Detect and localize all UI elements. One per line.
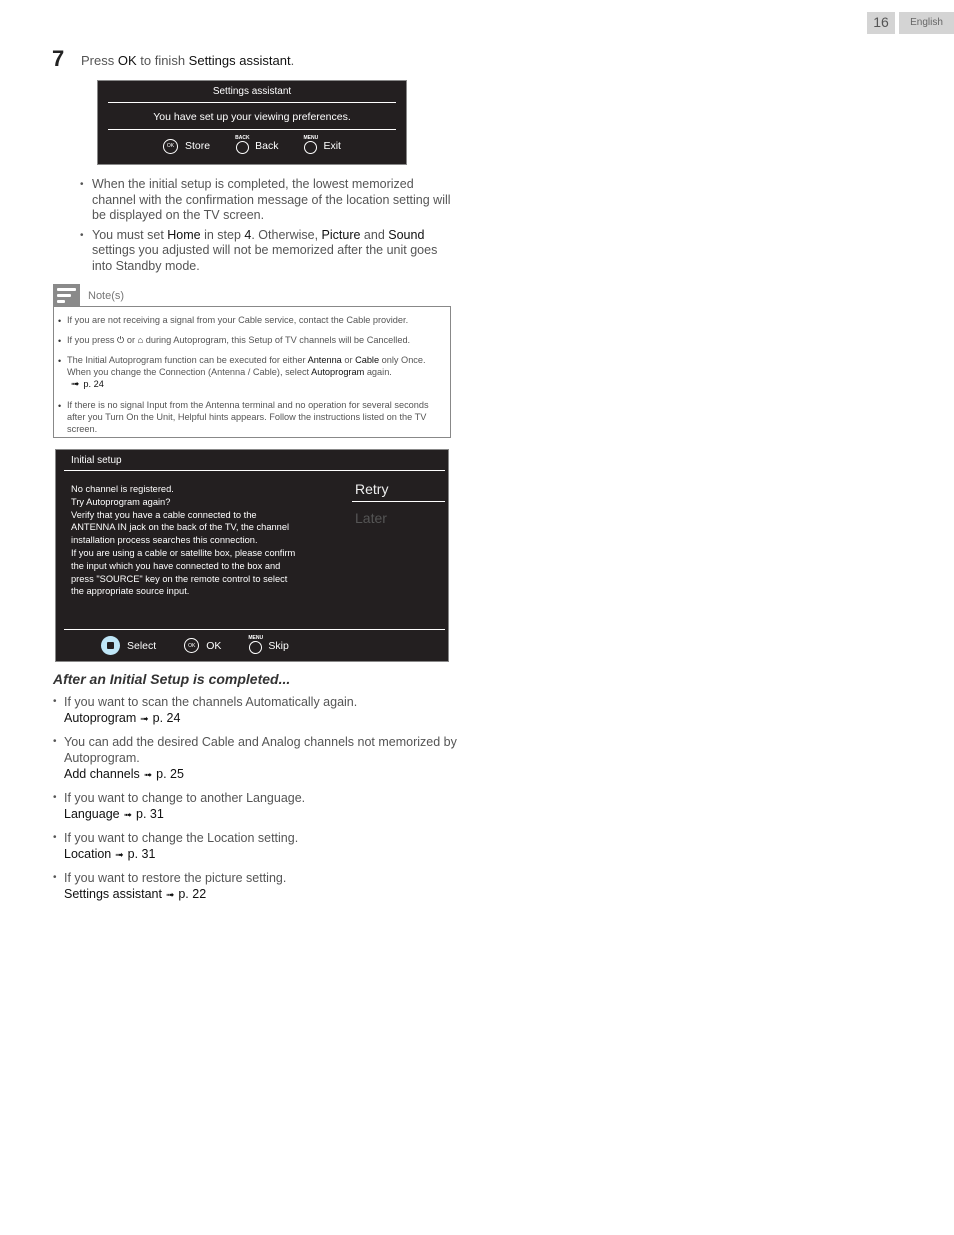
arrow-icon: ➟ [71, 379, 80, 390]
link[interactable]: Autoprogram [64, 711, 136, 725]
note-item: If there is no signal Input from the Ant… [58, 399, 446, 435]
page-number: 16 [867, 12, 895, 34]
step-number: 7 [52, 46, 65, 71]
exit-control[interactable]: MENU Exit [303, 135, 341, 154]
control-label: Back [255, 140, 279, 152]
dialog-controls: OK Store BACK Back MENU Exit [98, 135, 406, 154]
settings-assistant-dialog: Settings assistant You have set up your … [97, 80, 407, 165]
arrow-icon: ➟ [143, 770, 153, 781]
body-line: press "SOURCE" key on the remote control… [71, 573, 288, 584]
after-setup-list: If you want to scan the channels Automat… [53, 694, 458, 910]
page-reference[interactable]: p. 31 [128, 847, 156, 861]
list-item: If you want to scan the channels Automat… [53, 694, 458, 728]
ok-button-icon: OK [163, 138, 179, 154]
divider [108, 129, 396, 130]
list-item: If you want to restore the picture setti… [53, 870, 458, 904]
text: . [290, 53, 295, 68]
step-instruction: Press OK to finish Settings assistant. [81, 53, 294, 68]
initial-setup-dialog: Initial setup No channel is registered. … [55, 449, 449, 662]
ok-button-icon: OK [184, 638, 200, 653]
dialog-controls: Select OK OK MENU Skip [101, 634, 317, 655]
list-item: You can add the desired Cable and Analog… [53, 734, 458, 784]
list-item: You must set Home in step 4. Otherwise, … [80, 228, 455, 275]
retry-option[interactable]: Retry [355, 481, 388, 497]
body-line: If you are using a cable or satellite bo… [71, 547, 296, 558]
page-reference[interactable]: p. 24 [153, 711, 181, 725]
divider [108, 102, 396, 103]
key-label: MENU [248, 634, 264, 641]
note-item: The Initial Autoprogram function can be … [58, 354, 446, 391]
settings-assistant-label: Settings assistant [188, 53, 291, 68]
text: to finish [136, 53, 189, 68]
body-line: Try Autoprogram again? [71, 496, 171, 507]
ok-key-label: OK [117, 53, 137, 68]
control-label: Store [185, 140, 211, 152]
link[interactable]: Language [64, 807, 120, 821]
list-item: If you want to change to another Languag… [53, 790, 458, 824]
back-control[interactable]: BACK Back [235, 135, 279, 154]
link[interactable]: Location [64, 847, 111, 861]
divider [64, 629, 445, 630]
navigation-pad-icon [101, 636, 120, 655]
dialog-title: Initial setup [71, 455, 122, 466]
section-heading: After an Initial Setup is completed... [53, 671, 291, 687]
text: Press [81, 53, 118, 68]
control-label: Exit [323, 140, 341, 152]
later-option[interactable]: Later [355, 510, 387, 526]
back-button-icon: BACK [235, 135, 250, 154]
arrow-icon: ➟ [123, 810, 133, 821]
link[interactable]: Add channels [64, 767, 140, 781]
select-control[interactable]: Select [101, 636, 156, 655]
link[interactable]: Settings assistant [64, 887, 162, 901]
dialog-title: Settings assistant [212, 86, 292, 97]
body-line: Verify that you have a cable connected t… [71, 509, 257, 520]
page-reference[interactable]: p. 22 [178, 887, 206, 901]
dialog-message: You have set up your viewing preferences… [153, 111, 351, 123]
control-label: Skip [268, 639, 289, 652]
step-bullets: When the initial setup is completed, the… [80, 177, 455, 278]
store-control[interactable]: OK Store [163, 138, 211, 154]
arrow-icon: ➟ [140, 714, 149, 725]
body-line: installation process searches this conne… [71, 535, 258, 546]
body-line: No channel is registered. [71, 484, 174, 494]
note-item: If you press ⏻ or ⌂ during Autoprogram, … [58, 334, 446, 347]
page-reference[interactable]: p. 24 [83, 379, 103, 389]
body-line: the input which you have connected to th… [71, 560, 281, 571]
body-line: the appropriate source input. [71, 586, 190, 597]
dialog-body: No channel is registered. Try Autoprogra… [71, 483, 336, 598]
note-icon [53, 284, 80, 306]
ok-control[interactable]: OK OK [184, 638, 221, 653]
list-item: When the initial setup is completed, the… [80, 177, 455, 224]
language-tab: English [899, 12, 954, 34]
selection-underline [352, 501, 445, 502]
divider [64, 470, 445, 471]
notes-box: If you are not receiving a signal from y… [53, 306, 451, 438]
arrow-icon: ➟ [115, 850, 124, 861]
page-reference[interactable]: p. 25 [156, 767, 184, 781]
body-line: ANTENNA IN jack on the back of the TV, t… [71, 522, 290, 533]
skip-control[interactable]: MENU Skip [248, 634, 289, 654]
control-label: OK [206, 639, 222, 652]
menu-button-icon: MENU [303, 135, 318, 154]
page-reference[interactable]: p. 31 [136, 807, 164, 821]
note-item: If you are not receiving a signal from y… [58, 314, 446, 327]
list-item: If you want to change the Location setti… [53, 830, 458, 864]
menu-button-icon: MENU [248, 634, 264, 654]
arrow-icon: ➟ [165, 890, 175, 901]
notes-label: Note(s) [88, 290, 125, 302]
control-label: Select [127, 639, 157, 652]
